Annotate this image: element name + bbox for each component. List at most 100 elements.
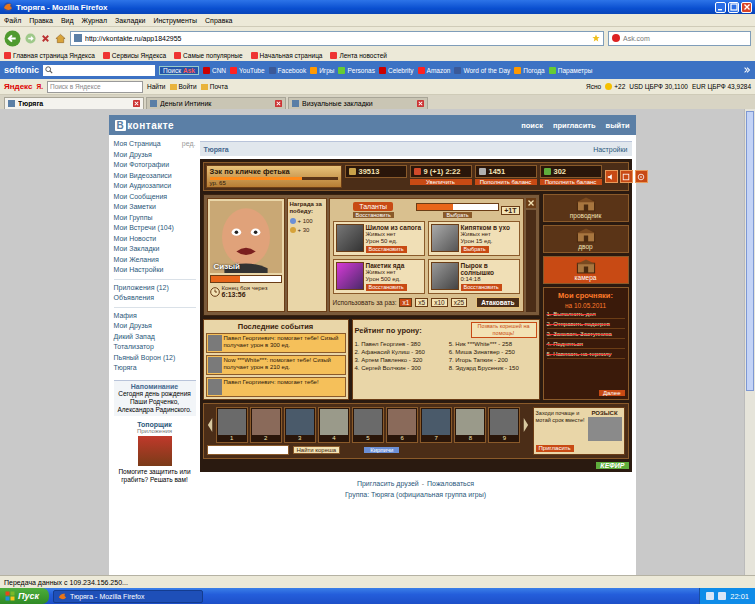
weapon-button[interactable]: Восстановить xyxy=(461,284,502,291)
bookmark-item[interactable]: Лента новостей xyxy=(330,52,386,59)
scrollbar-thumb[interactable] xyxy=(746,111,754,391)
weapon-card[interactable]: Пырок в солнышко0:14:18Восстановить xyxy=(428,259,520,294)
weather[interactable]: Ясно xyxy=(586,83,601,90)
task-item[interactable]: 1. Выполнить дел xyxy=(547,311,625,319)
friend-search-field[interactable] xyxy=(207,445,289,455)
stat-button[interactable]: Пополнить баланс xyxy=(475,179,537,185)
friend-slot[interactable]: 5 xyxy=(352,407,384,443)
sidebar-item[interactable]: Мои Встречи (104) xyxy=(114,223,196,234)
forward-button[interactable] xyxy=(25,33,36,44)
toolbar-link[interactable]: Facebook xyxy=(269,67,307,74)
taskbar-window[interactable]: Тюряга - Mozilla Firefox xyxy=(53,590,203,603)
friend-slot[interactable]: 3 xyxy=(284,407,316,443)
toolbar-link[interactable]: Игры xyxy=(310,67,334,74)
bookmark-item[interactable]: Начальная страница xyxy=(251,52,323,59)
sidebar-item[interactable]: Мои Видеозаписи xyxy=(114,171,196,182)
attack-button[interactable]: Атаковать xyxy=(476,297,519,308)
ad-image[interactable] xyxy=(138,436,172,466)
vk-nav-link[interactable]: пригласить xyxy=(553,121,596,130)
bookmark-item[interactable]: Сервисы Яндекса xyxy=(103,52,166,59)
page-scrollbar[interactable] xyxy=(744,109,755,575)
sidebar-item[interactable]: Мои Друзья xyxy=(114,150,196,161)
maximize-button[interactable] xyxy=(728,2,739,13)
network-icon[interactable] xyxy=(706,592,714,600)
more-chevron-icon[interactable] xyxy=(743,66,751,74)
sidebar-app[interactable]: Мафия xyxy=(114,311,196,322)
tab-close-icon[interactable] xyxy=(133,100,140,107)
menu-item[interactable]: Инструменты xyxy=(153,17,197,24)
rating-row[interactable]: 3. Артем Павленко - 320 xyxy=(355,357,443,363)
yandex-button[interactable]: Я. xyxy=(36,83,42,90)
event-avatar[interactable] xyxy=(208,335,222,351)
sidebar-item[interactable]: Мои Сообщения xyxy=(114,192,196,203)
friend-slot[interactable]: 9 xyxy=(488,407,520,443)
multiplier-option[interactable]: x5 xyxy=(415,298,428,307)
location-button[interactable]: камера xyxy=(543,256,629,284)
bookmark-item[interactable]: Самые популярные xyxy=(174,52,243,59)
browser-tab[interactable]: Тюряга xyxy=(4,97,144,109)
scroll-left-icon[interactable] xyxy=(207,416,214,434)
reminder-text[interactable]: Сегодня день рождения Паши Родченко, Але… xyxy=(117,390,193,414)
rating-row[interactable]: 6. Миша Зинатвер - 250 xyxy=(449,349,537,355)
bookmark-item[interactable]: Главная страница Яндекса xyxy=(4,52,95,59)
yandex-item[interactable]: Почта xyxy=(201,83,228,90)
close-panel-icon[interactable] xyxy=(526,198,536,208)
group-link[interactable]: Группа: Тюряга (официальная группа игры) xyxy=(200,491,632,498)
home-button[interactable] xyxy=(55,33,66,44)
toolbar-link[interactable]: Word of the Day xyxy=(454,67,510,74)
invite-button[interactable]: Пригласить xyxy=(536,445,574,453)
boss-portrait[interactable]: Сизый xyxy=(210,201,282,273)
stop-button[interactable] xyxy=(40,33,51,44)
task-item[interactable]: 4. Подняться xyxy=(547,341,625,349)
weapon-card[interactable]: Шилом из сапогаЖивых нетУрон 50 ед.Восст… xyxy=(333,221,425,256)
start-button[interactable]: Пуск xyxy=(0,588,49,604)
restore-button[interactable]: Восстановить xyxy=(353,212,394,218)
talent-bonus[interactable]: +1Т xyxy=(501,206,519,215)
tab-close-icon[interactable] xyxy=(275,100,282,107)
sidebar-item[interactable]: Мои Закладки xyxy=(114,244,196,255)
search-field[interactable]: Ask.com xyxy=(608,31,751,46)
toolbar-link[interactable]: Celebrity xyxy=(379,67,414,74)
rating-row[interactable]: 8. Эдуард Брусеник - 150 xyxy=(449,365,537,371)
call-help-button[interactable]: Позвать корешей на помощь! xyxy=(471,322,537,338)
bookmark-star-icon[interactable] xyxy=(592,34,600,42)
sound-button[interactable] xyxy=(605,170,618,183)
yandex-search-field[interactable]: Поиск в Яндексе xyxy=(47,81,143,93)
more-button[interactable]: Далее xyxy=(599,390,625,396)
scroll-right-icon[interactable] xyxy=(522,416,529,434)
address-bar[interactable]: http://vkontakte.ru/app1842955 xyxy=(70,31,604,46)
vk-nav-link[interactable]: поиск xyxy=(521,121,543,130)
toolbar-link[interactable]: Amazon xyxy=(418,67,451,74)
menu-item[interactable]: Журнал xyxy=(82,17,108,24)
footer-link[interactable]: Пригласить друзей xyxy=(357,480,419,487)
find-friend-button[interactable]: Найти кореша xyxy=(293,446,341,454)
help-button[interactable] xyxy=(635,170,648,183)
event-avatar[interactable] xyxy=(208,357,222,373)
sidebar-item[interactable]: Мои Новости xyxy=(114,234,196,245)
task-item[interactable]: 5. Навязать на терпилу xyxy=(547,351,625,359)
sidebar-app[interactable]: Дикий Запад xyxy=(114,332,196,343)
multiplier-option[interactable]: x25 xyxy=(451,298,467,307)
kefir-logo[interactable]: КЕФИР xyxy=(596,462,628,469)
menu-item[interactable]: Закладки xyxy=(115,17,145,24)
sidebar-app[interactable]: Тотализатор xyxy=(114,342,196,353)
rating-row[interactable]: 4. Сергей Волчкин - 300 xyxy=(355,365,443,371)
sidebar-item[interactable]: Моя Страницаред. xyxy=(114,139,196,150)
settings-link[interactable]: Настройки xyxy=(593,146,627,153)
rating-row[interactable]: 7. Игорь Тапкин - 200 xyxy=(449,357,537,363)
sidebar-app[interactable]: Пьяный Ворон (12) xyxy=(114,353,196,364)
friends-tab[interactable]: Кирпичи xyxy=(364,447,399,453)
toolbar-link[interactable]: CNN xyxy=(203,67,226,74)
toolbar-link[interactable]: Personas xyxy=(338,67,374,74)
menu-item[interactable]: Правка xyxy=(29,17,53,24)
weapon-card[interactable]: Кипятком в ухоЖивых нетУрон 15 ед.Выбрат… xyxy=(428,221,520,256)
browser-tab[interactable]: Деньги Интиник xyxy=(146,97,286,109)
volume-icon[interactable] xyxy=(718,592,726,600)
edit-link[interactable]: ред. xyxy=(182,139,196,150)
rating-row[interactable]: 2. Афанасий Кулиш - 360 xyxy=(355,349,443,355)
toolbar-link[interactable]: Погода xyxy=(514,67,544,74)
stat-button[interactable]: Пополнить баланс xyxy=(540,179,602,185)
softonic-search-button[interactable]: ПоискAsk xyxy=(159,66,199,75)
ad-title[interactable]: Топорщик xyxy=(114,421,196,428)
minimize-button[interactable] xyxy=(715,2,726,13)
